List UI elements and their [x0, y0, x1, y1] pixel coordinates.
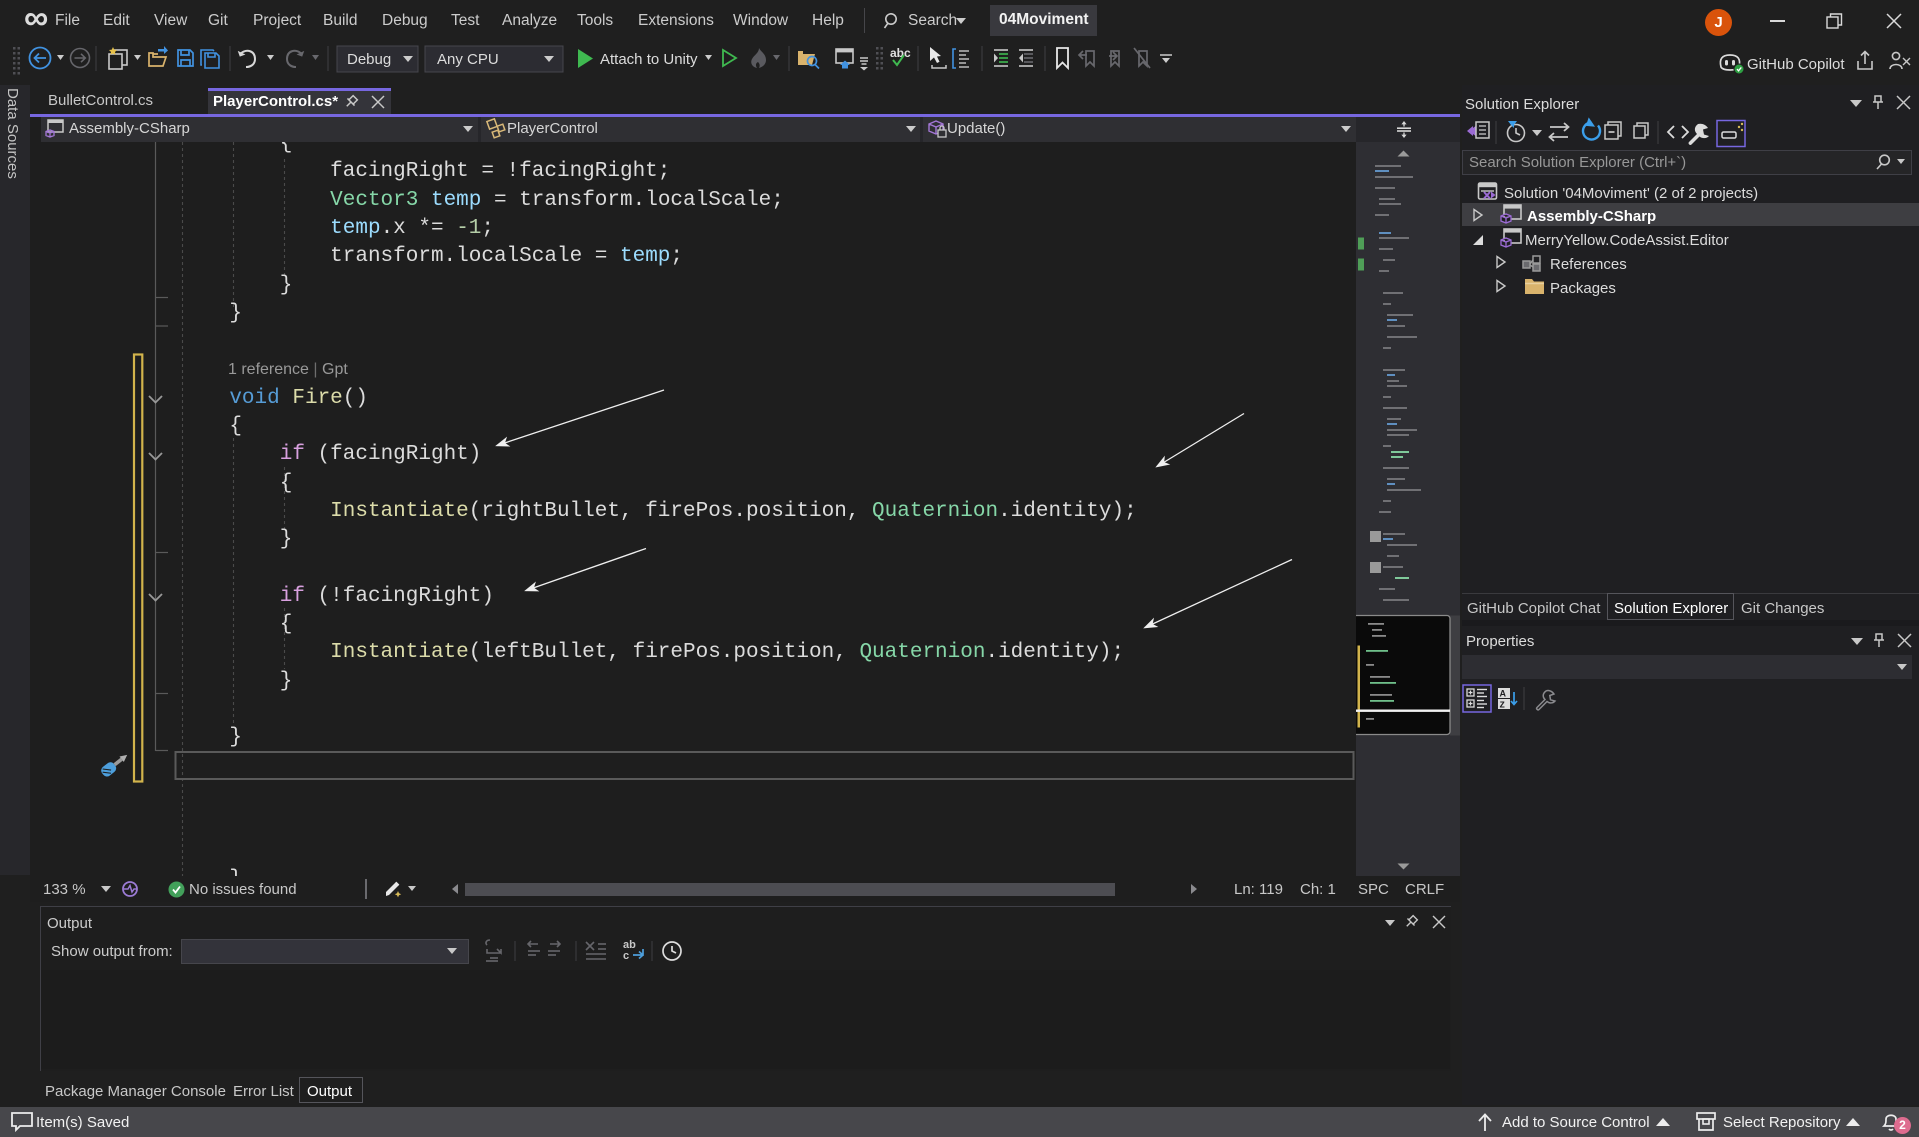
svg-text:abc: abc — [890, 46, 911, 60]
svg-text:Z: Z — [1500, 701, 1505, 711]
svg-text:Debug: Debug — [347, 51, 391, 68]
svg-text:Attach to Unity: Attach to Unity — [600, 51, 698, 68]
svg-text:A: A — [1500, 689, 1507, 699]
svg-text:GitHub Copilot: GitHub Copilot — [1747, 56, 1845, 73]
svg-text:c: c — [623, 950, 629, 962]
svg-text:Any CPU: Any CPU — [437, 51, 499, 68]
